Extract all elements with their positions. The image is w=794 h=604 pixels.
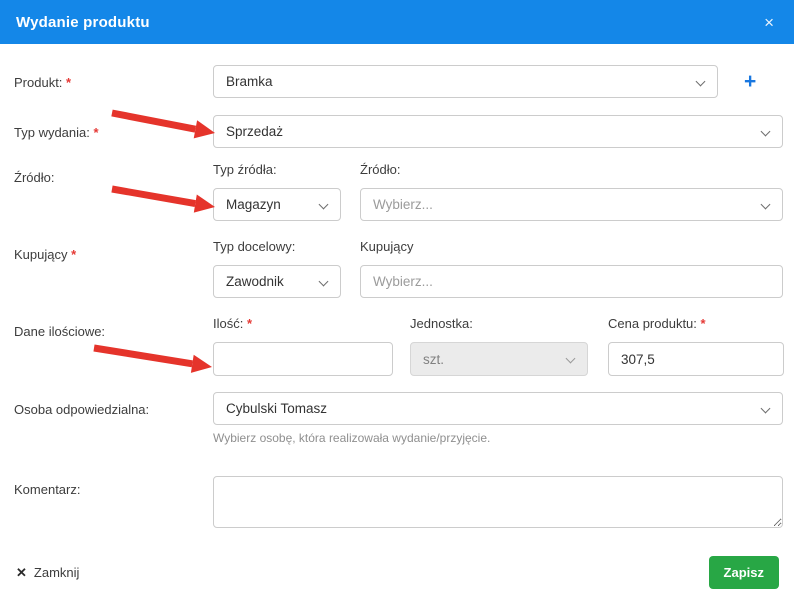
cena-produktu-input[interactable] bbox=[608, 342, 784, 376]
row-osoba-odpowiedzialna: Osoba odpowiedzialna: Cybulski Tomasz Wy… bbox=[14, 392, 783, 446]
zapisz-button[interactable]: Zapisz bbox=[708, 556, 779, 589]
chevron-down-icon bbox=[695, 76, 706, 87]
typ-zrodla-select-value: Magazyn bbox=[226, 197, 281, 212]
kupujacy-sub-label: Kupujący bbox=[360, 239, 414, 254]
row-kupujacy: Kupujący * Typ docelowy: Zawodnik Kupują… bbox=[14, 239, 783, 298]
typ-docelowy-select-value: Zawodnik bbox=[226, 274, 284, 289]
add-product-button[interactable]: + bbox=[740, 69, 760, 94]
zrodlo-label: Źródło: bbox=[14, 170, 55, 185]
typ-zrodla-select[interactable]: Magazyn bbox=[213, 188, 341, 221]
row-komentarz: Komentarz: bbox=[14, 476, 783, 528]
jednostka-select-value: szt. bbox=[423, 351, 445, 367]
chevron-down-icon bbox=[318, 276, 329, 287]
komentarz-label: Komentarz: bbox=[14, 482, 81, 497]
produkt-select[interactable]: Bramka bbox=[213, 65, 718, 98]
wydanie-produktu-modal: Wydanie produktu × Produkt: * Bramka + T… bbox=[0, 0, 794, 603]
modal-footer: ✕ Zamknij Zapisz bbox=[0, 528, 794, 604]
modal-header: Wydanie produktu × bbox=[0, 0, 794, 44]
ilosc-label: Ilość: * bbox=[213, 316, 253, 331]
kupujacy-label: Kupujący * bbox=[14, 247, 77, 262]
cena-produktu-label: Cena produktu: * bbox=[608, 316, 706, 331]
row-typ-wydania: Typ wydania: * Sprzedaż bbox=[14, 115, 783, 148]
zrodlo-sub-label: Źródło: bbox=[360, 162, 401, 177]
required-mark: * bbox=[66, 75, 72, 90]
required-mark: * bbox=[246, 316, 253, 331]
chevron-down-icon bbox=[565, 353, 576, 364]
komentarz-textarea[interactable] bbox=[213, 476, 783, 528]
produkt-label: Produkt: * bbox=[14, 75, 72, 90]
close-icon[interactable]: × bbox=[760, 12, 778, 33]
close-x-icon: ✕ bbox=[16, 564, 27, 580]
chevron-down-icon bbox=[760, 199, 771, 210]
modal-title: Wydanie produktu bbox=[16, 13, 150, 31]
zamknij-button[interactable]: ✕ Zamknij bbox=[16, 565, 79, 581]
row-dane-ilosciowe: Dane ilościowe: Ilość: * Jednostka: szt. bbox=[14, 316, 784, 376]
typ-wydania-label: Typ wydania: * bbox=[14, 125, 99, 140]
chevron-down-icon bbox=[318, 199, 329, 210]
zrodlo-select[interactable]: Wybierz... bbox=[360, 188, 783, 221]
modal-body: Produkt: * Bramka + Typ wydania: * Sprze… bbox=[0, 44, 794, 528]
ilosc-input[interactable] bbox=[213, 342, 393, 376]
dane-ilosciowe-label: Dane ilościowe: bbox=[14, 324, 106, 339]
typ-docelowy-select[interactable]: Zawodnik bbox=[213, 265, 341, 298]
row-produkt: Produkt: * Bramka + bbox=[14, 65, 783, 98]
produkt-select-value: Bramka bbox=[226, 74, 273, 89]
zrodlo-select-placeholder: Wybierz... bbox=[373, 197, 433, 212]
kupujacy-input[interactable] bbox=[360, 265, 783, 298]
chevron-down-icon bbox=[760, 126, 771, 137]
typ-wydania-select[interactable]: Sprzedaż bbox=[213, 115, 783, 148]
osoba-select-value: Cybulski Tomasz bbox=[226, 401, 328, 416]
required-mark: * bbox=[93, 125, 99, 140]
chevron-down-icon bbox=[760, 403, 771, 414]
zamknij-label: Zamknij bbox=[33, 565, 80, 580]
typ-wydania-select-value: Sprzedaż bbox=[226, 124, 284, 139]
typ-docelowy-label: Typ docelowy: bbox=[213, 239, 296, 254]
required-mark: * bbox=[71, 247, 77, 262]
jednostka-label: Jednostka: bbox=[410, 316, 473, 331]
jednostka-select: szt. bbox=[410, 342, 588, 376]
required-mark: * bbox=[700, 316, 706, 331]
plus-icon: + bbox=[744, 70, 757, 93]
osoba-helper-text: Wybierz osobę, która realizowała wydanie… bbox=[213, 431, 491, 445]
osoba-odpowiedzialna-select[interactable]: Cybulski Tomasz bbox=[213, 392, 783, 425]
osoba-odpowiedzialna-label: Osoba odpowiedzialna: bbox=[14, 402, 150, 417]
row-zrodlo: Źródło: Typ źródła: Magazyn Źródło: Wybi… bbox=[14, 162, 783, 221]
typ-zrodla-label: Typ źródła: bbox=[213, 162, 277, 177]
